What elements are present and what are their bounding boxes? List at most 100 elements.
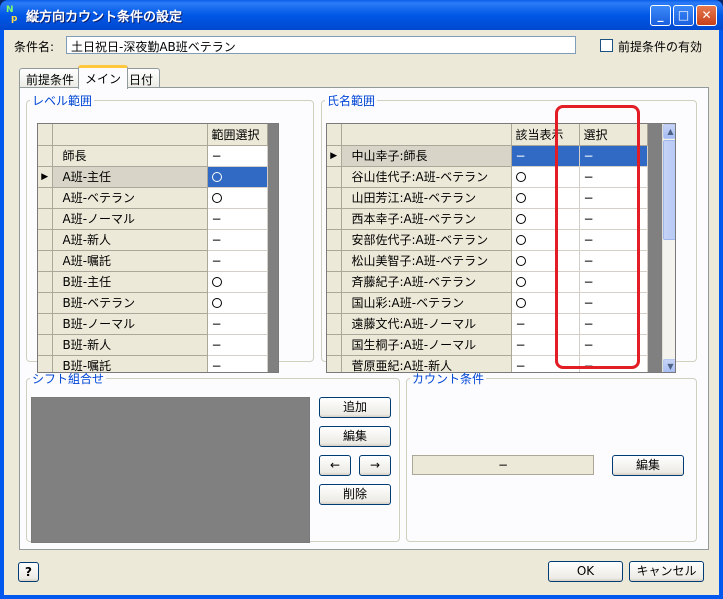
level-name: B班-ベテラン <box>52 292 208 314</box>
level-row[interactable]: B班-ノーマル − <box>38 313 268 335</box>
applicable-display-header: 該当表示 <box>511 124 580 146</box>
row-header <box>38 313 53 335</box>
row-header <box>38 187 53 209</box>
applicable-display-cell[interactable] <box>511 166 580 188</box>
title-bar[interactable]: Np 縦方向カウント条件の設定 _ □ ✕ <box>0 0 723 30</box>
level-row[interactable]: B班-新人 − <box>38 334 268 356</box>
applicable-display-cell[interactable] <box>511 187 580 209</box>
row-header <box>327 292 342 314</box>
select-cell[interactable]: − <box>579 208 648 230</box>
name-range-grid[interactable]: 該当表示 選択 ▶ 中山幸子:師長 − − 谷山佳代子:A班-ベテラン − 山田芳江:A班-… <box>326 123 676 373</box>
move-right-button[interactable]: → <box>359 455 391 476</box>
row-header <box>327 187 342 209</box>
name-grid-scrollbar[interactable]: ▲ ▼ <box>662 124 675 372</box>
name-row[interactable]: 西本幸子:A班-ベテラン − <box>327 208 648 230</box>
grid-corner <box>327 124 342 146</box>
level-row[interactable]: A班-嘱託 − <box>38 250 268 272</box>
level-name: B班-主任 <box>52 271 208 293</box>
select-cell[interactable]: − <box>579 187 648 209</box>
name-row[interactable]: 斉藤紀子:A班-ベテラン − <box>327 271 648 293</box>
range-select-cell[interactable] <box>207 187 268 209</box>
level-range-title: レベル範囲 <box>32 94 93 108</box>
level-name-header <box>52 124 208 146</box>
level-range-grid[interactable]: 範囲選択 師長 − ▶ A班-主任 A班-ベテラン A班-ノーマル − A班-新人 − A班-嘱託… <box>37 123 279 373</box>
row-header <box>327 166 342 188</box>
range-select-header: 範囲選択 <box>207 124 268 146</box>
shift-combination-list[interactable] <box>31 397 310 543</box>
circle-mark-icon <box>515 277 526 287</box>
edit-shift-button[interactable]: 編集 <box>319 426 391 447</box>
applicable-display-cell[interactable] <box>511 271 580 293</box>
dialog-window: Np 縦方向カウント条件の設定 _ □ ✕ 条件名: 土日祝日-深夜勤AB班ベテ… <box>0 0 723 599</box>
applicable-display-cell[interactable]: − <box>511 334 580 356</box>
range-select-cell[interactable]: − <box>207 313 268 335</box>
circle-mark-icon <box>211 172 222 182</box>
applicable-display-cell[interactable]: − <box>511 145 580 167</box>
level-row[interactable]: 師長 − <box>38 145 268 167</box>
range-select-cell[interactable]: − <box>207 229 268 251</box>
condition-name-input[interactable]: 土日祝日-深夜勤AB班ベテラン <box>66 36 576 54</box>
name-row[interactable]: 遠藤文代:A班-ノーマル − − <box>327 313 648 335</box>
row-header <box>327 229 342 251</box>
range-select-cell[interactable]: − <box>207 334 268 356</box>
scroll-thumb[interactable] <box>663 140 675 240</box>
applicable-display-cell[interactable]: − <box>511 313 580 335</box>
level-row[interactable]: ▶ A班-主任 <box>38 166 268 188</box>
level-row[interactable]: A班-新人 − <box>38 229 268 251</box>
row-header <box>327 208 342 230</box>
range-select-cell[interactable]: − <box>207 208 268 230</box>
select-cell[interactable]: − <box>579 145 648 167</box>
level-row[interactable]: A班-ベテラン <box>38 187 268 209</box>
ok-button[interactable]: OK <box>548 561 623 582</box>
range-select-cell[interactable]: − <box>207 145 268 167</box>
delete-button[interactable]: 削除 <box>319 484 391 505</box>
range-select-cell[interactable] <box>207 292 268 314</box>
name-row[interactable]: 国生桐子:A班-ノーマル − − <box>327 334 648 356</box>
help-button[interactable]: ? <box>18 562 39 582</box>
maximize-button[interactable]: □ <box>673 5 694 26</box>
applicable-display-cell[interactable] <box>511 208 580 230</box>
name-row[interactable]: ▶ 中山幸子:師長 − − <box>327 145 648 167</box>
select-cell[interactable]: − <box>579 334 648 356</box>
range-select-cell[interactable]: − <box>207 250 268 272</box>
dialog-client-area: 条件名: 土日祝日-深夜勤AB班ベテラン 前提条件の有効 前提条件 メイン 日付… <box>4 30 719 595</box>
select-cell[interactable]: − <box>579 292 648 314</box>
select-cell[interactable]: − <box>579 313 648 335</box>
name-row[interactable]: 国山彩:A班-ベテラン − <box>327 292 648 314</box>
add-button[interactable]: 追加 <box>319 397 391 418</box>
prereq-enable-checkbox[interactable] <box>600 39 613 52</box>
prereq-enable-label[interactable]: 前提条件の有効 <box>618 38 702 55</box>
tab-main[interactable]: メイン <box>78 65 129 89</box>
cancel-button[interactable]: キャンセル <box>629 561 704 582</box>
count-condition-value: − <box>412 455 594 475</box>
staff-name: 山田芳江:A班-ベテラン <box>341 187 512 209</box>
np-app-icon: Np <box>6 5 18 24</box>
name-row[interactable]: 谷山佳代子:A班-ベテラン − <box>327 166 648 188</box>
scroll-up-arrow-icon[interactable]: ▲ <box>663 124 675 139</box>
select-cell[interactable]: − <box>579 271 648 293</box>
level-row[interactable]: A班-ノーマル − <box>38 208 268 230</box>
range-select-cell[interactable] <box>207 271 268 293</box>
move-left-button[interactable]: ← <box>319 455 351 476</box>
name-range-title: 氏名範囲 <box>327 94 376 108</box>
close-button[interactable]: ✕ <box>696 5 717 26</box>
name-row[interactable]: 安部佐代子:A班-ベテラン − <box>327 229 648 251</box>
staff-name-header <box>341 124 512 146</box>
circle-mark-icon <box>515 193 526 203</box>
applicable-display-cell[interactable] <box>511 229 580 251</box>
edit-count-button[interactable]: 編集 <box>612 455 684 476</box>
select-cell[interactable]: − <box>579 166 648 188</box>
applicable-display-cell[interactable] <box>511 292 580 314</box>
row-header <box>38 250 53 272</box>
level-row[interactable]: B班-ベテラン <box>38 292 268 314</box>
minimize-button[interactable]: _ <box>650 5 671 26</box>
name-row[interactable]: 松山美智子:A班-ベテラン − <box>327 250 648 272</box>
select-cell[interactable]: − <box>579 229 648 251</box>
level-row[interactable]: B班-主任 <box>38 271 268 293</box>
applicable-display-cell[interactable] <box>511 250 580 272</box>
name-row[interactable]: 山田芳江:A班-ベテラン − <box>327 187 648 209</box>
range-select-cell[interactable] <box>207 166 268 188</box>
select-cell[interactable]: − <box>579 250 648 272</box>
row-header: ▶ <box>327 145 342 167</box>
tab-prerequisite[interactable]: 前提条件 <box>19 68 82 88</box>
